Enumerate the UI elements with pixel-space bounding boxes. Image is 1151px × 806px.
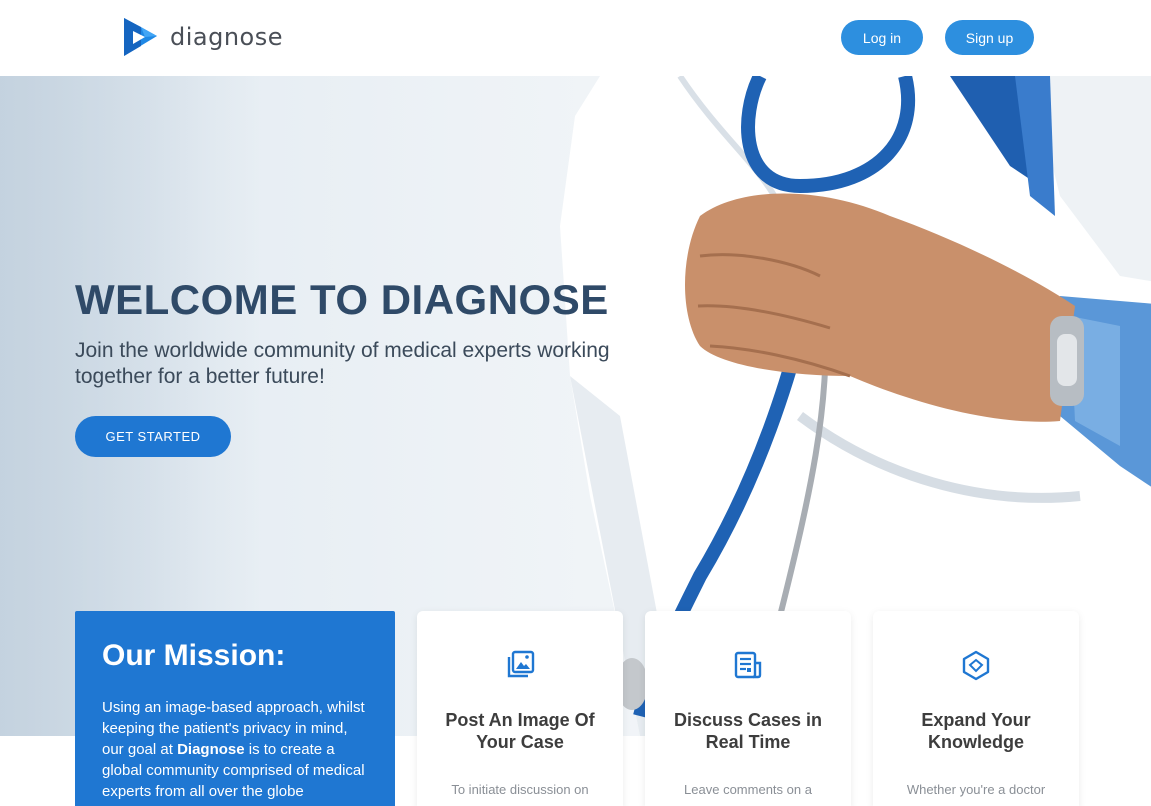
card-text: Whether you're a doctor: [906, 782, 1046, 797]
signup-button[interactable]: Sign up: [945, 20, 1034, 55]
brand-name: diagnose: [170, 23, 284, 51]
mission-title: Our Mission:: [102, 639, 286, 672]
hexagon-cube-icon: [962, 650, 990, 681]
site-header: diagnose Log in Sign up: [0, 0, 1151, 76]
feature-card-discuss[interactable]: Discuss Cases in Real Time Leave comment…: [645, 611, 851, 806]
login-button[interactable]: Log in: [841, 20, 923, 55]
play-logo-icon: [124, 18, 157, 56]
card-title: Discuss Cases in Real Time: [673, 710, 823, 752]
image-gallery-icon: [507, 650, 535, 678]
feature-card-post-image[interactable]: Post An Image Of Your Case To initiate d…: [417, 611, 623, 806]
news-article-icon: [734, 651, 762, 679]
hero-title: WELCOME TO DIAGNOSE: [75, 276, 609, 323]
mission-brand: Diagnose: [177, 741, 245, 758]
mission-card: Our Mission: Using an image-based approa…: [75, 611, 395, 806]
card-text: To initiate discussion on: [451, 782, 589, 797]
brand-logo[interactable]: diagnose: [121, 14, 283, 60]
feature-card-knowledge[interactable]: Expand Your Knowledge Whether you're a d…: [873, 611, 1079, 806]
card-text: Leave comments on a: [684, 782, 812, 797]
get-started-button[interactable]: GET STARTED: [75, 416, 231, 457]
card-title: Expand Your Knowledge: [921, 710, 1031, 752]
hero-subtitle: Join the worldwide community of medical …: [75, 339, 610, 388]
mission-text: Using an image-based approach, whilst ke…: [102, 697, 368, 802]
card-title: Post An Image Of Your Case: [445, 710, 595, 752]
